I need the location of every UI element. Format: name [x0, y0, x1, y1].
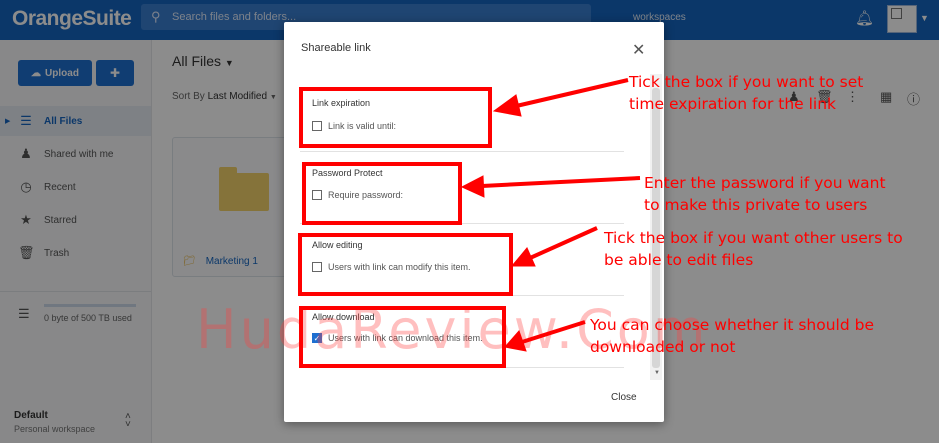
- annotation-line: You can choose whether it should be: [590, 316, 875, 334]
- arrow-password: [481, 176, 641, 188]
- arrow-expiration: [511, 78, 629, 109]
- arrowhead-download: [504, 330, 527, 352]
- annotation-editing: Tick the box if you want other users to …: [604, 229, 903, 270]
- annotation-line: time expiration for the link: [629, 95, 837, 113]
- annotation-line: to make this private to users: [644, 196, 868, 214]
- annotation-line: downloaded or not: [590, 338, 736, 356]
- annotation-password: Enter the password if you want to make t…: [644, 174, 886, 215]
- arrowhead-expiration: [492, 94, 522, 117]
- annotation-line: Tick the box if you want other users to: [604, 229, 903, 247]
- arrow-download: [521, 320, 586, 344]
- arrow-editing: [529, 226, 598, 260]
- annotation-line: Enter the password if you want: [644, 174, 886, 192]
- annotation-line: be able to edit files: [604, 251, 754, 269]
- annotation-line: Tick the box if you want to set: [629, 73, 864, 91]
- arrowhead-password: [460, 175, 485, 198]
- annotation-expiration: Tick the box if you want to set time exp…: [629, 73, 863, 114]
- annotation-download: You can choose whether it should be down…: [590, 316, 874, 357]
- annotation-arrows: [460, 78, 641, 352]
